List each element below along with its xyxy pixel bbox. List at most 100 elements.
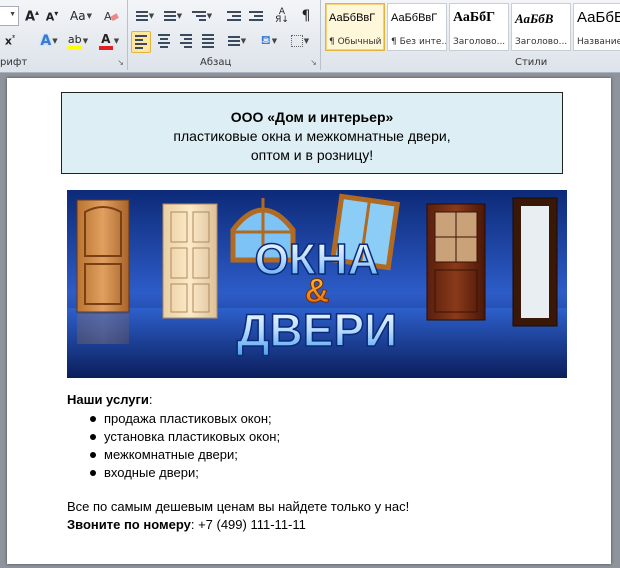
shading-button[interactable]: ⛾ ▼: [256, 31, 282, 51]
styles-group-label: Стили: [515, 57, 548, 68]
list-item: межкомнатные двери;: [67, 446, 280, 464]
font-group: ▼ A▴ A▾ Aa ▼ A x² A ▼ ab ▼ A ▼ рифт ↘: [0, 0, 128, 70]
list-item: входные двери;: [67, 464, 280, 482]
chevron-down-icon: ▼: [240, 37, 247, 45]
phone-number: : +7 (499) 111-11-11: [190, 517, 306, 532]
justify-button[interactable]: [198, 31, 218, 51]
align-left-button[interactable]: [131, 31, 151, 53]
font-color-icon: A: [98, 32, 113, 50]
ribbon: ▼ A▴ A▾ Aa ▼ A x² A ▼ ab ▼ A ▼ рифт ↘ ▼ ▼ ▼ …: [0, 0, 620, 73]
sort-button[interactable]: А Я↓: [272, 6, 292, 26]
line-spacing-button[interactable]: ▼: [224, 31, 250, 51]
style-sample: АаБбВвГ: [391, 12, 438, 24]
bullet-list-icon: [135, 11, 148, 21]
phone-label: Звоните по номеру: [67, 517, 191, 532]
paragraph-group-label: Абзац: [200, 57, 232, 68]
header-tagline: пластиковые окна и межкомнатные двери,: [173, 128, 451, 144]
align-center-icon: [158, 34, 170, 48]
door-3: [426, 203, 486, 321]
style-sample: АаБбВвГ: [329, 12, 376, 24]
multilevel-list-button[interactable]: ▼: [188, 6, 216, 26]
multilevel-list-icon: [191, 11, 206, 21]
change-case-button[interactable]: Aa ▼: [68, 6, 94, 26]
door-1: [76, 199, 130, 344]
font-color-button[interactable]: A ▼: [96, 31, 122, 51]
increase-indent-button[interactable]: [246, 6, 266, 26]
decrease-indent-icon: [227, 11, 241, 21]
change-case-icon: Aa: [70, 9, 86, 23]
increase-indent-icon: [249, 11, 263, 21]
line-spacing-icon: [227, 36, 240, 46]
chevron-down-icon: ▼: [303, 37, 310, 45]
text-effects-button[interactable]: A ▼: [38, 31, 60, 51]
style-sample: АаБбГ: [453, 10, 496, 25]
sort-icon: А Я↓: [275, 7, 289, 25]
dialog-launcher-icon[interactable]: ↘: [117, 58, 124, 67]
style-title[interactable]: АаБбВ Название: [573, 3, 620, 51]
decrease-indent-button[interactable]: [224, 6, 244, 26]
pilcrow-icon: ¶: [301, 8, 311, 24]
windows-doors-banner: ОКНА & ДВЕРИ: [67, 190, 567, 378]
style-name: ¶ Обычный: [329, 37, 382, 47]
services-colon: :: [148, 392, 153, 407]
font-group-label: рифт: [0, 57, 28, 68]
numbering-button[interactable]: ▼: [160, 6, 186, 26]
chevron-down-icon: ▼: [148, 12, 155, 20]
style-name: Заголово...: [515, 37, 568, 47]
style-normal[interactable]: АаБбВвГ ¶ Обычный: [325, 3, 385, 51]
style-sample: АаБбВ: [577, 9, 620, 26]
dialog-launcher-icon[interactable]: ↘: [310, 58, 317, 67]
company-name: ООО «Дом и интерьер»: [230, 109, 394, 125]
style-name: Название: [577, 37, 620, 47]
header-tagline-2: оптом и в розницу!: [250, 147, 374, 163]
paragraph-group: ▼ ▼ ▼ А Я↓ ¶ ▼ ⛾ ▼ ▼ Абзац ↘: [128, 0, 321, 70]
chevron-down-icon: ▼: [86, 12, 92, 20]
promo-text: Все по самым дешевым ценам вы найдете то…: [67, 499, 410, 514]
justify-icon: [202, 34, 214, 48]
list-item: продажа пластиковых окон;: [67, 410, 280, 428]
clear-format-button[interactable]: A: [100, 6, 122, 26]
style-heading-1[interactable]: АаБбГ Заголово...: [449, 3, 509, 51]
subscript-button[interactable]: x²: [0, 31, 20, 51]
paint-bucket-icon: ⛾: [260, 33, 271, 47]
company-header-box: ООО «Дом и интерьер» пластиковые окна и …: [61, 92, 563, 174]
show-marks-button[interactable]: ¶: [296, 6, 316, 26]
chevron-down-icon: ▼: [176, 12, 183, 20]
style-sample: АаБбВ: [515, 11, 554, 26]
door-2: [162, 203, 218, 319]
chevron-down-icon: ▼: [271, 37, 278, 45]
align-left-icon: [135, 35, 147, 49]
align-center-button[interactable]: [154, 31, 174, 51]
banner-word-doors: ДВЕРИ: [237, 304, 397, 356]
document-page[interactable]: ООО «Дом и интерьер» пластиковые окна и …: [7, 78, 611, 564]
services-title: Наши услуги: [67, 392, 149, 407]
highlight-icon: ab: [67, 33, 82, 50]
align-right-button[interactable]: [176, 31, 196, 51]
phone-line: Звоните по номеру: +7 (499) 111-11-11: [67, 517, 306, 532]
door-4: [512, 197, 558, 327]
styles-group: АаБбВвГ ¶ Обычный АаБбВвГ ¶ Без инте... …: [321, 0, 620, 70]
clear-format-icon: A: [104, 10, 119, 23]
svg-text:A: A: [104, 10, 112, 23]
grow-font-button[interactable]: A▴: [22, 6, 42, 26]
banner-image: ОКНА & ДВЕРИ: [67, 190, 567, 378]
chevron-down-icon: ▼: [113, 37, 120, 45]
text-effects-icon: A: [40, 33, 52, 49]
font-size-dropdown[interactable]: ▼: [0, 6, 19, 26]
chevron-down-icon: ▼: [206, 12, 213, 20]
style-heading-2[interactable]: АаБбВ Заголово...: [511, 3, 571, 51]
numbered-list-icon: [163, 11, 176, 21]
services-list: продажа пластиковых окон; установка плас…: [67, 410, 280, 482]
grow-font-icon: A▴: [24, 7, 40, 25]
bullets-button[interactable]: ▼: [132, 6, 158, 26]
superscript-icon: x²: [4, 34, 16, 48]
chevron-down-icon: ▼: [9, 11, 16, 18]
shrink-font-icon: A▾: [45, 8, 59, 24]
list-item: установка пластиковых окон;: [67, 428, 280, 446]
borders-icon: [290, 35, 303, 47]
highlight-button[interactable]: ab ▼: [64, 31, 92, 51]
borders-button[interactable]: ▼: [286, 31, 314, 51]
style-no-spacing[interactable]: АаБбВвГ ¶ Без инте...: [387, 3, 447, 51]
style-name: ¶ Без инте...: [391, 37, 447, 47]
shrink-font-button[interactable]: A▾: [42, 6, 62, 26]
